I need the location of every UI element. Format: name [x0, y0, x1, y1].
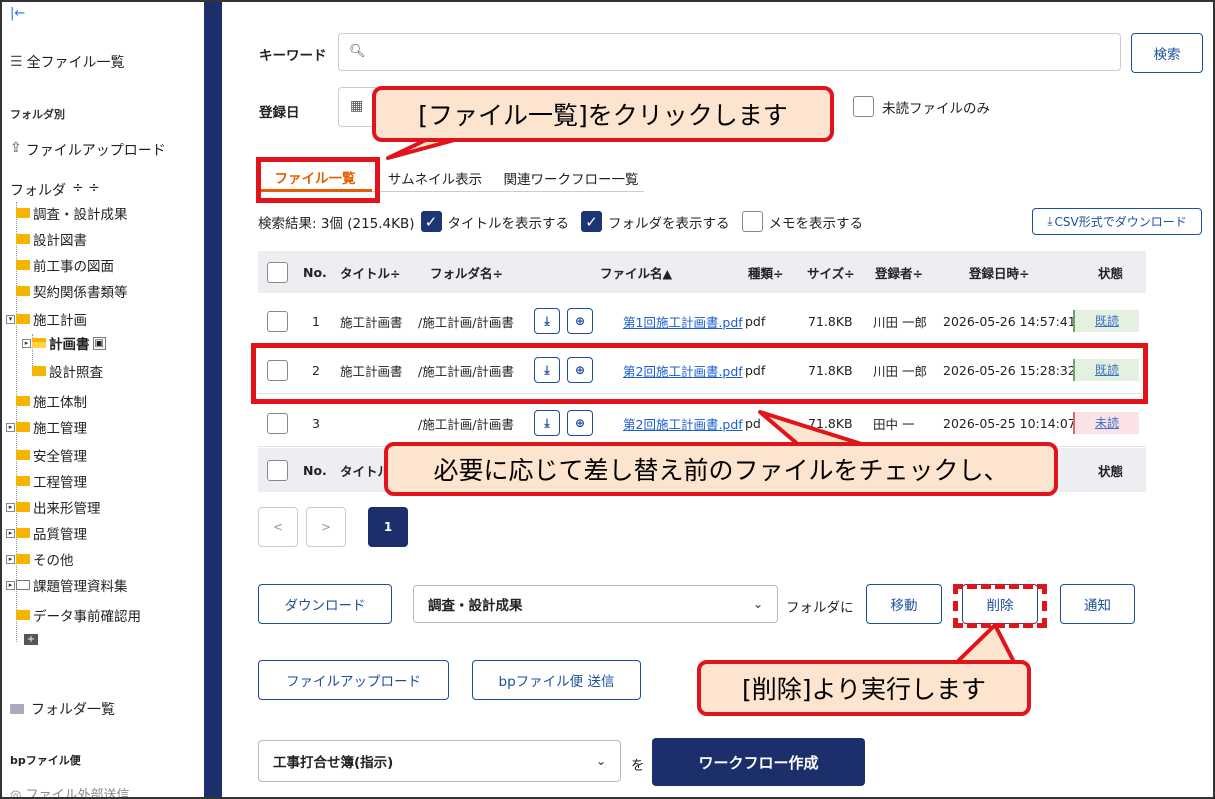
- callout-click-file-list: [ファイル一覧]をクリックします: [372, 86, 834, 142]
- callout-delete-exec: [削除]より実行します: [697, 660, 1031, 716]
- callout-check-files: 必要に応じて差し替え前のファイルをチェックし、: [384, 442, 1058, 496]
